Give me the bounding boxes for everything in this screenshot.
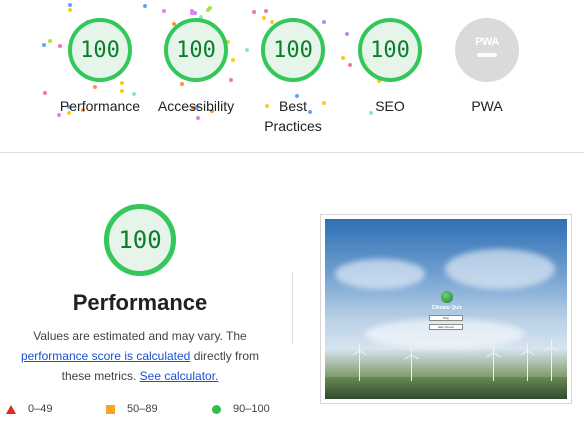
wind-turbine-icon [544,339,559,381]
performance-detail-score: 100 [118,226,162,254]
turbine-blade [411,354,419,360]
best-practices-score: 100 [273,37,313,63]
wind-turbine-icon [404,347,419,381]
section-divider [0,152,584,153]
accessibility-score-circle: 100 [164,18,228,82]
performance-title: Performance [72,290,208,315]
legend-average: 50–89 [106,403,158,415]
gauge-pwa[interactable]: PWA PWA [439,18,535,116]
legend-pass: 90–100 [212,403,270,415]
turbine-blade [551,346,559,352]
gauge-best-practices[interactable]: 100 Best Practices [245,18,341,136]
pwa-badge: PWA [455,18,519,82]
wind-turbine-icon [486,345,501,381]
gauge-seo[interactable]: 100 SEO [342,18,438,116]
performance-score: 100 [80,37,120,63]
accessibility-score: 100 [176,37,216,63]
turbine-blade [486,352,494,358]
red-triangle-icon [6,404,16,414]
legend-fail-range: 0–49 [28,403,53,415]
performance-description: Values are estimated and may vary. The p… [10,326,270,386]
turbine-blade [359,350,367,356]
help-button: Help Screen [429,324,463,330]
globe-icon [441,291,453,303]
best-practices-label: Best Practices [264,98,322,134]
turbine-blade [544,346,552,352]
pwa-dash-icon [477,52,497,57]
pwa-label: PWA [471,98,503,114]
app-title: Climate Quiz [431,305,463,311]
ground-landscape [325,377,567,399]
cloud-shape [445,249,555,289]
seo-score-circle: 100 [358,18,422,82]
turbine-blade [527,350,535,356]
best-practices-score-circle: 100 [261,18,325,82]
legend-fail: 0–49 [6,403,52,415]
desc-line-1: Values are estimated and may vary. The [33,329,247,343]
performance-label: Performance [59,98,141,114]
see-calculator-link[interactable]: See calculator. [140,369,219,383]
wind-turbine-icon [352,343,367,381]
seo-score: 100 [370,37,410,63]
page-screenshot-thumbnail[interactable]: Climate Quiz Play Help Screen [320,214,572,404]
turbine-blade [493,352,501,358]
performance-score-circle: 100 [68,18,132,82]
cloud-shape [335,259,425,289]
performance-detail-gauge: 100 [104,204,176,276]
legend-pass-range: 90–100 [233,403,270,415]
seo-label: SEO [375,98,405,114]
score-calculated-link[interactable]: performance score is calculated [21,349,190,363]
vertical-divider [292,272,293,344]
green-circle-icon [212,404,221,414]
pwa-badge-text: PWA [475,35,499,48]
gauge-performance[interactable]: 100 Performance [52,18,148,116]
score-legend: 0–49 50–89 90–100 [0,403,300,419]
wind-turbine-icon [520,343,535,381]
gauge-accessibility[interactable]: 100 Accessibility [148,18,244,116]
accessibility-label: Accessibility [157,98,235,114]
category-gauges: 100 Performance 100 Accessibility 100 Be… [0,0,584,152]
turbine-blade [520,350,528,356]
orange-square-icon [106,404,115,414]
desc-mid: directly from [193,349,260,363]
legend-average-range: 50–89 [127,403,158,415]
screenshot-image: Climate Quiz Play Help Screen [325,219,567,399]
play-button: Play [429,315,463,321]
turbine-blade [352,350,360,356]
turbine-blade [404,354,412,360]
desc-line-3: these metrics. [61,369,137,383]
